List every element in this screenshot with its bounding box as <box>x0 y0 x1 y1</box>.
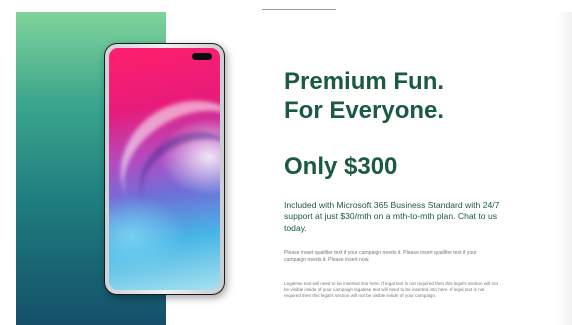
price-heading: Only $300 <box>284 153 398 180</box>
headline: Premium Fun. For Everyone. <box>284 67 444 125</box>
legal-text: Legalese text will need to be inserted i… <box>284 281 498 299</box>
right-edge-shadow <box>556 12 572 325</box>
smartphone-image <box>104 43 225 295</box>
headline-line-2: For Everyone. <box>284 97 445 124</box>
top-divider <box>262 9 336 10</box>
camera-cutout-icon <box>192 53 212 60</box>
offer-description: Included with Microsoft 365 Business Sta… <box>284 200 500 233</box>
phone-screen <box>109 48 220 290</box>
headline-line-1: Premium Fun. <box>284 68 445 95</box>
promo-banner: Premium Fun. For Everyone. Only $300 Inc… <box>0 0 572 325</box>
qualifier-text: Please insert qualifier text if your cam… <box>284 250 477 263</box>
